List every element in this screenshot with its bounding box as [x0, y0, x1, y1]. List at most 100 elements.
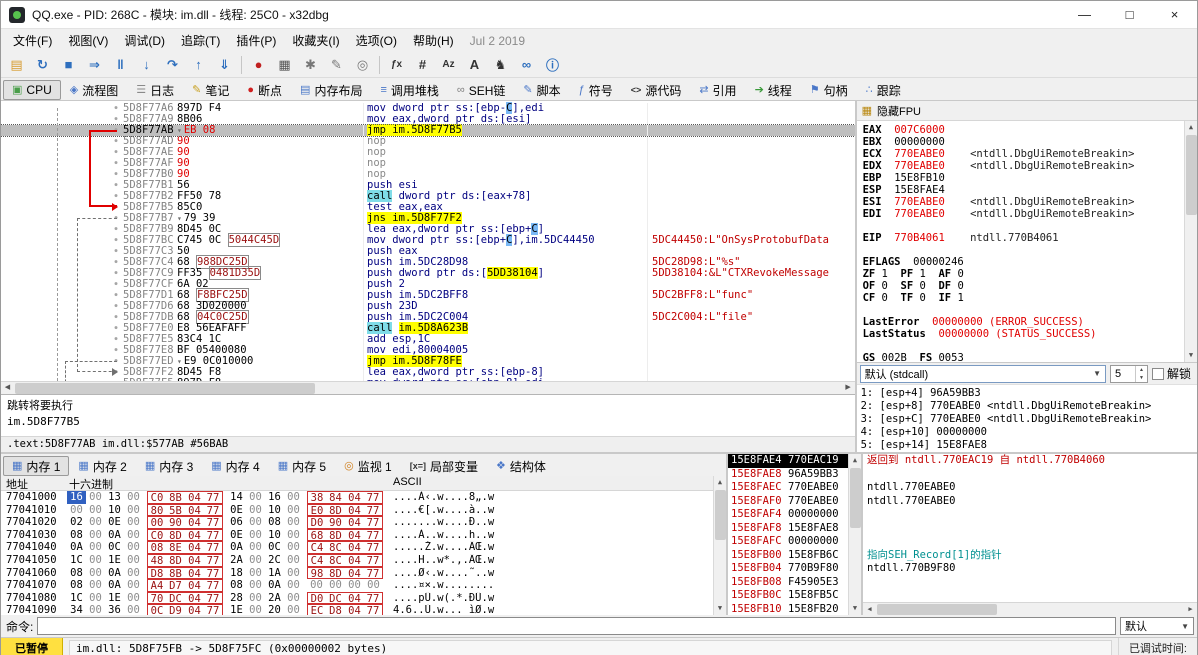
registers-scrollbar[interactable]: ▲ ▼ [1184, 121, 1198, 362]
dump-byte[interactable]: 77 [364, 566, 383, 580]
tab-seh-chain[interactable]: ∞ SEH链 [448, 80, 515, 100]
close-button[interactable]: × [1152, 1, 1197, 28]
stack-row[interactable]: 15E8FB00 15E8FB6C [728, 549, 848, 563]
dump-byte[interactable]: D9 [166, 604, 185, 615]
dump-byte[interactable]: 00 [86, 529, 105, 542]
scroll-down-icon[interactable]: ▼ [1185, 349, 1197, 362]
goggles-button[interactable]: ◎ [350, 54, 375, 76]
dump-byte[interactable]: E0 [307, 503, 326, 517]
dump-byte[interactable]: 00 [326, 579, 345, 592]
dump-byte[interactable]: 68 [307, 528, 326, 542]
az-button[interactable]: Az [436, 54, 461, 76]
dump-byte[interactable]: 04 [185, 566, 204, 580]
dump-byte[interactable]: A4 [147, 579, 166, 592]
highlight-pen-button[interactable]: ✎ [324, 54, 349, 76]
stack-comment-row[interactable]: 指向SEH_Record[1]的指针 [863, 549, 1197, 563]
close-button[interactable]: ■ [56, 54, 81, 76]
tab-notes[interactable]: ✎ 笔记 [183, 80, 238, 100]
execute-till-return-button[interactable]: ↑ [186, 54, 211, 76]
dump-byte[interactable]: 1E [105, 554, 124, 567]
tab-source[interactable]: <> 源代码 [622, 80, 691, 100]
dump-row[interactable]: 77041080 1C 00 1E 00 70 DC 04 77 28 00 2A 00 D0 DC 04 77… [1, 591, 726, 605]
tab-handles[interactable]: ⚑ 句柄 [801, 80, 857, 100]
dump-byte[interactable]: C0 [147, 528, 166, 542]
tab-locals[interactable]: [x=] 局部变量 [401, 456, 487, 476]
dump-byte[interactable]: 14 [227, 491, 246, 504]
stack-comment-row[interactable] [863, 522, 1197, 536]
dump-byte[interactable]: 00 [246, 541, 265, 554]
dump-byte[interactable]: 98 [307, 566, 326, 580]
dump-byte[interactable]: 00 [246, 604, 265, 615]
command-input[interactable] [37, 617, 1116, 635]
dump-byte[interactable]: 8B [166, 491, 185, 504]
dump-byte[interactable]: 0C [105, 541, 124, 554]
tab-trace[interactable]: ∴ 跟踪 [857, 80, 910, 100]
dump-byte[interactable]: 8D [166, 528, 185, 542]
dump-byte[interactable]: D0 [307, 516, 326, 529]
dump-byte[interactable]: 77 [204, 591, 223, 605]
dump-byte[interactable]: 00 [246, 554, 265, 567]
dump-byte[interactable]: 16 [67, 491, 86, 504]
dump-byte[interactable]: 00 [124, 567, 143, 580]
dump-byte[interactable]: 04 [185, 591, 204, 605]
dump-byte[interactable]: C4 [307, 553, 326, 567]
dump-byte[interactable]: 77 [364, 528, 383, 542]
dump-byte[interactable]: 04 [345, 541, 364, 554]
dump-byte[interactable]: 00 [284, 491, 303, 504]
dump-byte[interactable]: 08 [67, 567, 86, 580]
font-button[interactable]: A [462, 54, 487, 76]
tab-references[interactable]: ⇄ 引用 [690, 80, 745, 100]
command-profile-select[interactable]: 默认 ▼ [1120, 617, 1194, 635]
dump-byte[interactable]: 77 [364, 491, 383, 504]
dump-byte[interactable]: 16 [265, 491, 284, 504]
stack-row[interactable]: 15E8FB08 F45905E3 [728, 576, 848, 590]
dump-byte[interactable]: 0A [67, 541, 86, 554]
dump-byte[interactable]: 77 [204, 503, 223, 517]
dump-byte[interactable]: DC [326, 591, 345, 605]
dump-byte[interactable]: 04 [185, 516, 204, 529]
tab-log[interactable]: ☰ 日志 [127, 80, 183, 100]
scroll-left-icon[interactable]: ◀ [1, 382, 14, 394]
dump-byte[interactable]: 04 [345, 553, 364, 567]
disasm-horizontal-scrollbar[interactable]: ◀ ▶ [1, 381, 855, 394]
dump-byte[interactable]: 00 [124, 529, 143, 542]
dump-byte[interactable]: 77 [204, 541, 223, 554]
stack-row[interactable]: 15E8FB0C 15E8FB5C [728, 589, 848, 603]
dump-byte[interactable]: 00 [246, 529, 265, 542]
run-to-user-code-button[interactable]: ⇓ [212, 54, 237, 76]
dump-byte[interactable]: C4 [307, 541, 326, 554]
hide-fpu-button[interactable]: 隐藏FPU [877, 103, 921, 119]
dump-byte[interactable]: 00 [86, 516, 105, 529]
stack-row[interactable]: 15E8FAF8 15E8FAE8 [728, 522, 848, 536]
dump-byte[interactable]: D0 [307, 591, 326, 605]
run-button[interactable]: ⇒ [82, 54, 107, 76]
info-button[interactable]: ⓘ [540, 54, 565, 76]
argument-row[interactable]: 5: [esp+14] 15E8FAE8 [861, 439, 1193, 452]
stack-scrollbar[interactable]: ▲ ▼ [848, 454, 861, 615]
register-line[interactable]: ESP 15E8FAE4 [863, 184, 1183, 196]
tab-cpu[interactable]: ▣ CPU [3, 80, 61, 100]
dump-byte[interactable]: 00 [307, 579, 326, 592]
scroll-left-icon[interactable]: ◀ [863, 603, 876, 615]
dump-byte[interactable]: 00 [364, 579, 383, 592]
register-line[interactable]: OF 0 SF 0 DF 0 [863, 280, 1183, 292]
dump-byte[interactable]: 8D [326, 566, 345, 580]
dump-byte[interactable]: 0E [105, 516, 124, 529]
dump-row[interactable]: 77041030 08 00 0A 00 C0 8D 04 77 0E 00 10 00 68 8D 04 77… [1, 528, 726, 542]
step-into-button[interactable]: ↓ [134, 54, 159, 76]
stack-row[interactable]: 15E8FAEC 770EABE0 [728, 481, 848, 495]
hash-button[interactable]: # [410, 54, 435, 76]
dump-byte[interactable]: 1A [265, 567, 284, 580]
trace-button[interactable]: ♞ [488, 54, 513, 76]
scroll-up-icon[interactable]: ▲ [849, 454, 861, 467]
dump-byte[interactable]: D7 [166, 579, 185, 592]
dump-row[interactable]: 77041060 08 00 0A 00 D8 8B 04 77 18 00 1A 00 98 8D 04 77… [1, 566, 726, 580]
dump-byte[interactable]: 77 [364, 553, 383, 567]
register-line[interactable]: ECX 770EABE0 <ntdll.DbgUiRemoteBreakin> [863, 148, 1183, 160]
stack-comment-row[interactable] [863, 535, 1197, 549]
dump-byte[interactable]: 00 [124, 516, 143, 529]
dump-byte[interactable]: 00 [67, 504, 86, 517]
dump-row[interactable]: 77041070 08 00 0A 00 A4 D7 04 77 08 00 0A 00 00 00 00 00… [1, 579, 726, 592]
register-line[interactable]: EBP 15E8FB10 [863, 172, 1183, 184]
dump-byte[interactable]: 04 [185, 528, 204, 542]
